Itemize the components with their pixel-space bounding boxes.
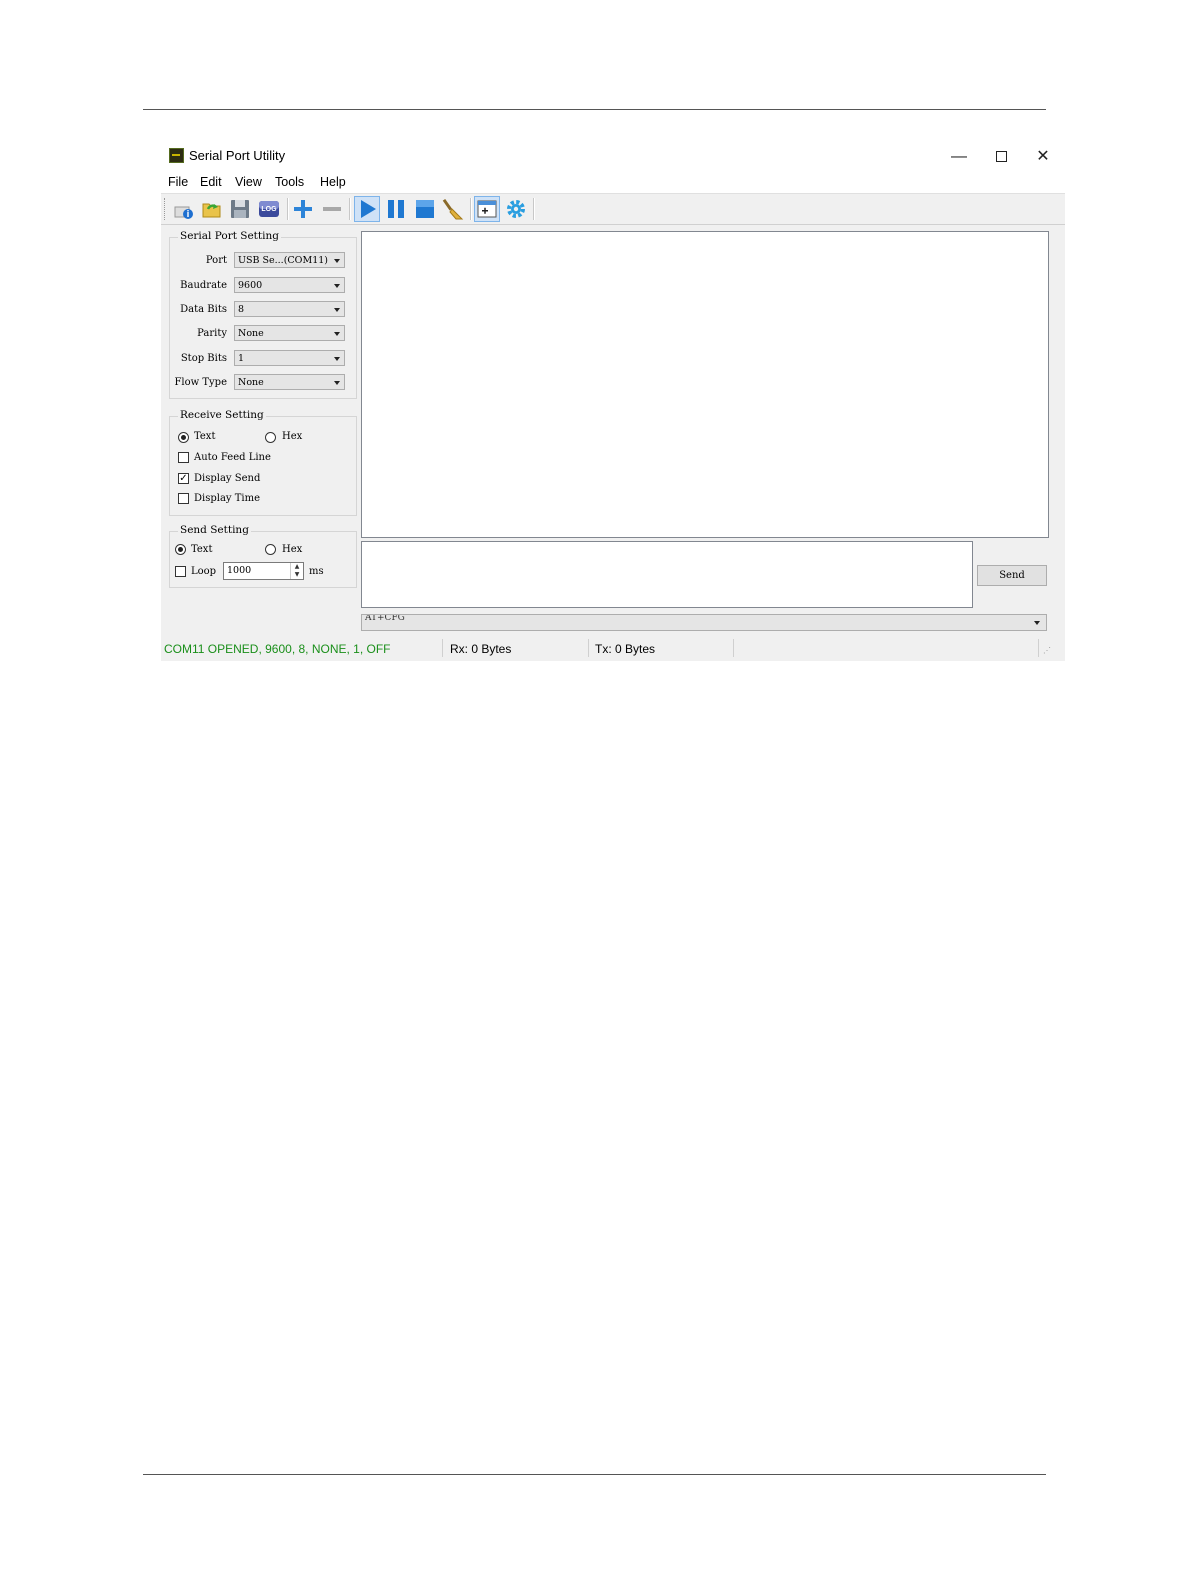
toolbar-separator	[470, 198, 472, 220]
close-button[interactable]: ✕	[1022, 140, 1064, 173]
send-text-radio[interactable]	[175, 544, 186, 555]
flow-type-value: None	[238, 377, 264, 388]
chevron-down-icon	[334, 332, 340, 336]
size-grip-icon[interactable]: ⋰	[1043, 646, 1051, 655]
display-send-label: Display Send	[194, 473, 261, 484]
chevron-down-icon[interactable]: ▼	[291, 571, 303, 579]
loop-label: Loop	[191, 566, 217, 577]
receive-text-radio[interactable]	[178, 432, 189, 443]
flow-type-combo[interactable]: None	[234, 374, 345, 390]
tx-count: Tx: 0 Bytes	[595, 642, 656, 656]
chevron-up-icon[interactable]: ▲	[291, 563, 303, 571]
open-folder-icon[interactable]	[200, 197, 224, 221]
send-setting-title: Send Setting	[178, 524, 251, 536]
new-file-icon[interactable]	[171, 197, 195, 221]
rx-count: Rx: 0 Bytes	[450, 642, 512, 656]
status-separator	[1038, 639, 1039, 657]
serial-port-utility-window: Serial Port Utility — ✕ File Edit View T…	[161, 140, 1065, 661]
status-separator	[442, 639, 443, 657]
receive-hex-radio[interactable]	[265, 432, 276, 443]
baudrate-value: 9600	[238, 280, 263, 291]
menu-tools[interactable]: Tools	[275, 175, 304, 189]
stop-bits-label: Stop Bits	[180, 353, 227, 364]
page-rule-top	[143, 109, 1046, 110]
flow-type-label: Flow Type	[174, 377, 227, 388]
toolbar-separator	[349, 198, 351, 220]
status-separator	[588, 639, 589, 657]
serial-port-setting-title: Serial Port Setting	[178, 230, 281, 242]
app-icon	[169, 148, 184, 163]
receive-text-label: Text	[194, 431, 216, 442]
send-hex-radio[interactable]	[265, 544, 276, 555]
send-button[interactable]: Send	[977, 565, 1047, 586]
send-text-label: Text	[191, 544, 213, 555]
stop-icon[interactable]	[413, 197, 437, 221]
display-send-checkbox[interactable]: ✓	[178, 473, 189, 484]
display-time-checkbox[interactable]	[178, 493, 189, 504]
command-history-combo[interactable]: AT+CFG	[361, 614, 1047, 631]
display-time-label: Display Time	[194, 493, 261, 504]
parity-label: Parity	[197, 328, 227, 339]
auto-feed-line-label: Auto Feed Line	[194, 452, 271, 463]
save-icon[interactable]	[228, 197, 252, 221]
loop-unit-label: ms	[309, 566, 324, 577]
port-value: USB Se...(COM11)	[238, 255, 328, 266]
receive-text-area[interactable]	[361, 231, 1049, 538]
title-bar: Serial Port Utility — ✕	[161, 140, 1065, 173]
receive-hex-label: Hex	[282, 431, 303, 442]
chevron-down-icon	[334, 381, 340, 385]
loop-interval-value: 1000	[227, 565, 252, 576]
maximize-icon	[995, 151, 1007, 163]
clear-broom-icon[interactable]	[442, 197, 466, 221]
command-history-value: AT+CFG	[365, 614, 405, 623]
toolbar-separator	[533, 198, 535, 220]
status-bar: COM11 OPENED, 9600, 8, NONE, 1, OFF Rx: …	[161, 636, 1065, 661]
chevron-down-icon	[334, 284, 340, 288]
auto-feed-line-checkbox[interactable]	[178, 452, 189, 463]
port-label: Port	[205, 255, 227, 266]
menu-edit[interactable]: Edit	[200, 175, 222, 189]
log-label: LOG	[261, 206, 277, 213]
send-hex-label: Hex	[282, 544, 303, 555]
port-combo[interactable]: USB Se...(COM11)	[234, 252, 345, 268]
remove-icon[interactable]	[320, 197, 344, 221]
chevron-down-icon	[334, 259, 340, 263]
window-add-icon[interactable]	[474, 196, 500, 222]
menu-bar: File Edit View Tools Help	[161, 173, 1065, 193]
page-rule-bottom	[143, 1474, 1046, 1475]
menu-file[interactable]: File	[168, 175, 188, 189]
baudrate-combo[interactable]: 9600	[234, 277, 345, 293]
connection-status: COM11 OPENED, 9600, 8, NONE, 1, OFF	[164, 642, 391, 656]
data-bits-label: Data Bits	[180, 304, 227, 315]
stop-bits-combo[interactable]: 1	[234, 350, 345, 366]
status-separator	[733, 639, 734, 657]
baudrate-label: Baudrate	[180, 280, 227, 291]
menu-view[interactable]: View	[235, 175, 262, 189]
chevron-down-icon	[334, 308, 340, 312]
minimize-button[interactable]: —	[938, 140, 980, 173]
maximize-button[interactable]	[980, 140, 1022, 173]
chevron-down-icon	[334, 357, 340, 361]
log-icon[interactable]: LOG	[257, 197, 281, 221]
pause-icon[interactable]	[384, 197, 408, 221]
settings-gear-icon[interactable]	[504, 197, 528, 221]
data-bits-value: 8	[238, 304, 245, 315]
loop-checkbox[interactable]	[175, 566, 186, 577]
add-icon[interactable]	[291, 197, 315, 221]
data-bits-combo[interactable]: 8	[234, 301, 345, 317]
stop-bits-value: 1	[238, 353, 245, 364]
receive-setting-title: Receive Setting	[178, 409, 266, 421]
toolbar: LOG	[161, 193, 1065, 225]
loop-interval-stepper[interactable]: 1000 ▲ ▼	[223, 562, 304, 580]
toolbar-grip[interactable]	[164, 198, 167, 220]
stepper-buttons[interactable]: ▲ ▼	[290, 563, 303, 579]
window-title: Serial Port Utility	[189, 148, 286, 163]
chevron-down-icon	[1034, 621, 1040, 625]
parity-combo[interactable]: None	[234, 325, 345, 341]
send-text-area[interactable]	[361, 541, 973, 608]
play-icon[interactable]	[354, 196, 380, 222]
parity-value: None	[238, 328, 264, 339]
toolbar-separator	[287, 198, 289, 220]
menu-help[interactable]: Help	[320, 175, 346, 189]
